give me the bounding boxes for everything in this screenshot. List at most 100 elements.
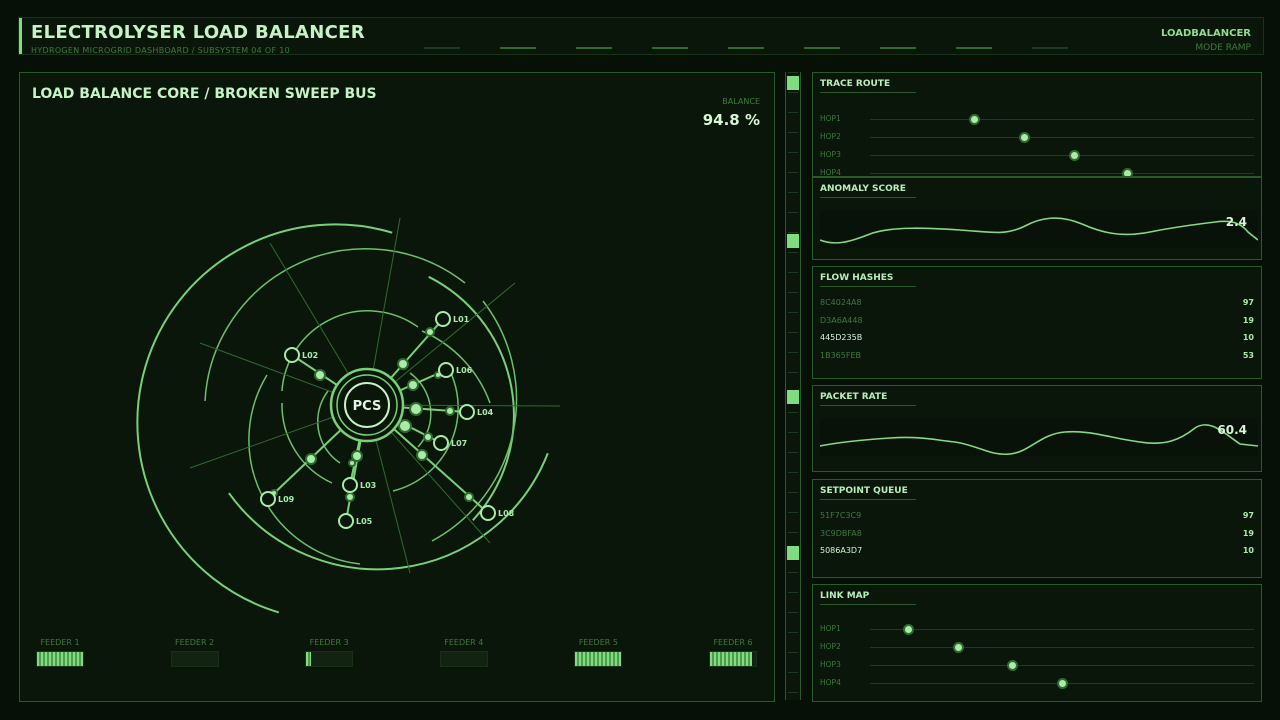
hash-key: 445D235B: [820, 333, 863, 342]
list-item[interactable]: 1B365FEB 53: [820, 351, 1254, 363]
bus-tick: [788, 412, 798, 413]
feeder-label: FEEDER 6: [713, 638, 753, 647]
bus-tick: [788, 192, 798, 193]
node-l06[interactable]: [438, 362, 454, 378]
feeder-level-bar: [439, 651, 488, 667]
hop-slider-track: [870, 173, 1254, 174]
hop-slider-track: [870, 647, 1254, 648]
relay-node: [407, 379, 419, 391]
link-map-panel: LINK MAP HOP1 HOP2 HOP3 HOP4: [812, 584, 1262, 702]
anomaly-sparkline: [819, 210, 1259, 248]
node-l05[interactable]: [338, 513, 354, 529]
feeder-level-fill: [710, 652, 753, 666]
relay-node: [314, 369, 326, 381]
bus-tick: [788, 452, 798, 453]
feeder-level-fill: [306, 652, 311, 666]
feeder-label: FEEDER 5: [578, 638, 618, 647]
bus-marker: [787, 546, 799, 560]
load-balance-core-panel: LOAD BALANCE CORE / BROKEN SWEEP BUS BAL…: [19, 72, 775, 702]
bus-tick: [788, 432, 798, 433]
bus-tick: [788, 212, 798, 213]
anomaly-score-value: 2.4: [1225, 215, 1247, 229]
hop-label: HOP2: [820, 132, 841, 141]
header-tick: [424, 47, 460, 49]
hop-slider-knob[interactable]: [1007, 660, 1019, 671]
hop-label: HOP2: [820, 642, 841, 651]
node-l01[interactable]: [435, 311, 451, 327]
feeder-level-bar: [36, 651, 84, 667]
relay-node: [305, 453, 317, 465]
bus-tick: [788, 612, 798, 613]
header-mode-label: MODE RAMP: [1195, 43, 1251, 53]
list-item[interactable]: D3A6A448 19: [820, 316, 1254, 328]
hash-value: 97: [1242, 511, 1254, 520]
hop-slider-knob[interactable]: [1057, 678, 1068, 689]
hop-label: HOP3: [820, 660, 841, 669]
feeder-2: FEEDER 2: [170, 638, 220, 668]
hop-slider-track: [870, 629, 1254, 630]
anomaly-score-title: ANOMALY SCORE: [820, 184, 916, 198]
feeder-6: FEEDER 6: [708, 638, 758, 668]
bus-tick: [788, 692, 798, 693]
hop-row: HOP4: [820, 678, 1254, 690]
flow-hashes-panel: FLOW HASHES 8C4024A8 97 D3A6A448 19 445D235B…: [812, 266, 1262, 379]
radar-topology-diagram: PCS L01 L02 L03 L04 L05 L06 L07 L08 L09: [136, 217, 561, 614]
hash-key: 51F7C3C9: [820, 511, 862, 520]
bus-tick: [788, 632, 798, 633]
bus-tick: [788, 372, 798, 373]
hop-slider-knob[interactable]: [1122, 168, 1134, 176]
node-label: L05: [356, 517, 373, 526]
node-l09[interactable]: [260, 491, 276, 507]
relay-node: [409, 402, 423, 416]
bus-tick: [788, 232, 798, 233]
hop-row: HOP1: [820, 624, 1254, 636]
bus-tick: [788, 312, 798, 313]
bus-tick: [788, 152, 798, 153]
list-item[interactable]: 8C4024A8 97: [820, 298, 1254, 310]
bus-tick: [788, 512, 798, 513]
node-l03[interactable]: [342, 477, 358, 493]
hop-label: HOP4: [820, 678, 841, 687]
list-item[interactable]: 5086A3D7 10: [820, 546, 1254, 558]
list-item[interactable]: 445D235B 10: [820, 333, 1254, 345]
hop-slider-knob[interactable]: [903, 624, 915, 635]
packet-rate-sparkline: [819, 418, 1259, 456]
list-item[interactable]: 3C9DBFA8 19: [820, 529, 1254, 541]
hop-slider-knob[interactable]: [953, 642, 965, 653]
node-l08[interactable]: [480, 505, 496, 521]
hop-slider-track: [870, 155, 1254, 156]
node-l07[interactable]: [433, 435, 449, 451]
bus-tick: [788, 72, 798, 73]
packet-rate-value: 60.4: [1217, 423, 1247, 437]
hop-slider-track: [870, 119, 1254, 120]
node-label: L07: [451, 439, 467, 448]
relay-node: [348, 459, 356, 467]
hop-slider-knob[interactable]: [1068, 150, 1080, 161]
trace-route-panel: TRACE ROUTE HOP1 HOP2 HOP3 HOP4: [812, 72, 1262, 177]
hop-slider-knob[interactable]: [968, 114, 980, 125]
node-l04[interactable]: [459, 404, 475, 420]
header-tick: [956, 47, 992, 49]
hash-key: 1B365FEB: [820, 350, 861, 360]
packet-rate-title: PACKET RATE: [820, 392, 916, 406]
node-label: L02: [302, 351, 318, 360]
header-tick: [500, 47, 536, 49]
hash-value: 19: [1242, 315, 1254, 325]
feeder-label: FEEDER 4: [444, 638, 484, 647]
list-item[interactable]: 51F7C3C9 97: [820, 511, 1254, 523]
node-l02[interactable]: [284, 347, 300, 363]
header-tick: [804, 47, 840, 49]
relay-node: [398, 419, 412, 433]
header-progress-ticks: [424, 47, 1124, 51]
hop-label: HOP3: [820, 150, 841, 159]
bus-marker: [787, 234, 799, 248]
hop-slider-track: [870, 137, 1254, 138]
hash-key: 5086A3D7: [820, 546, 863, 555]
feeder-label: FEEDER 1: [40, 638, 80, 647]
hop-slider-knob[interactable]: [1018, 132, 1030, 143]
bus-tick: [788, 572, 798, 573]
hop-slider-track: [870, 665, 1254, 666]
packet-rate-panel: PACKET RATE 60.4: [812, 385, 1262, 472]
node-label: L08: [498, 509, 515, 518]
hop-row: HOP2: [820, 642, 1254, 654]
